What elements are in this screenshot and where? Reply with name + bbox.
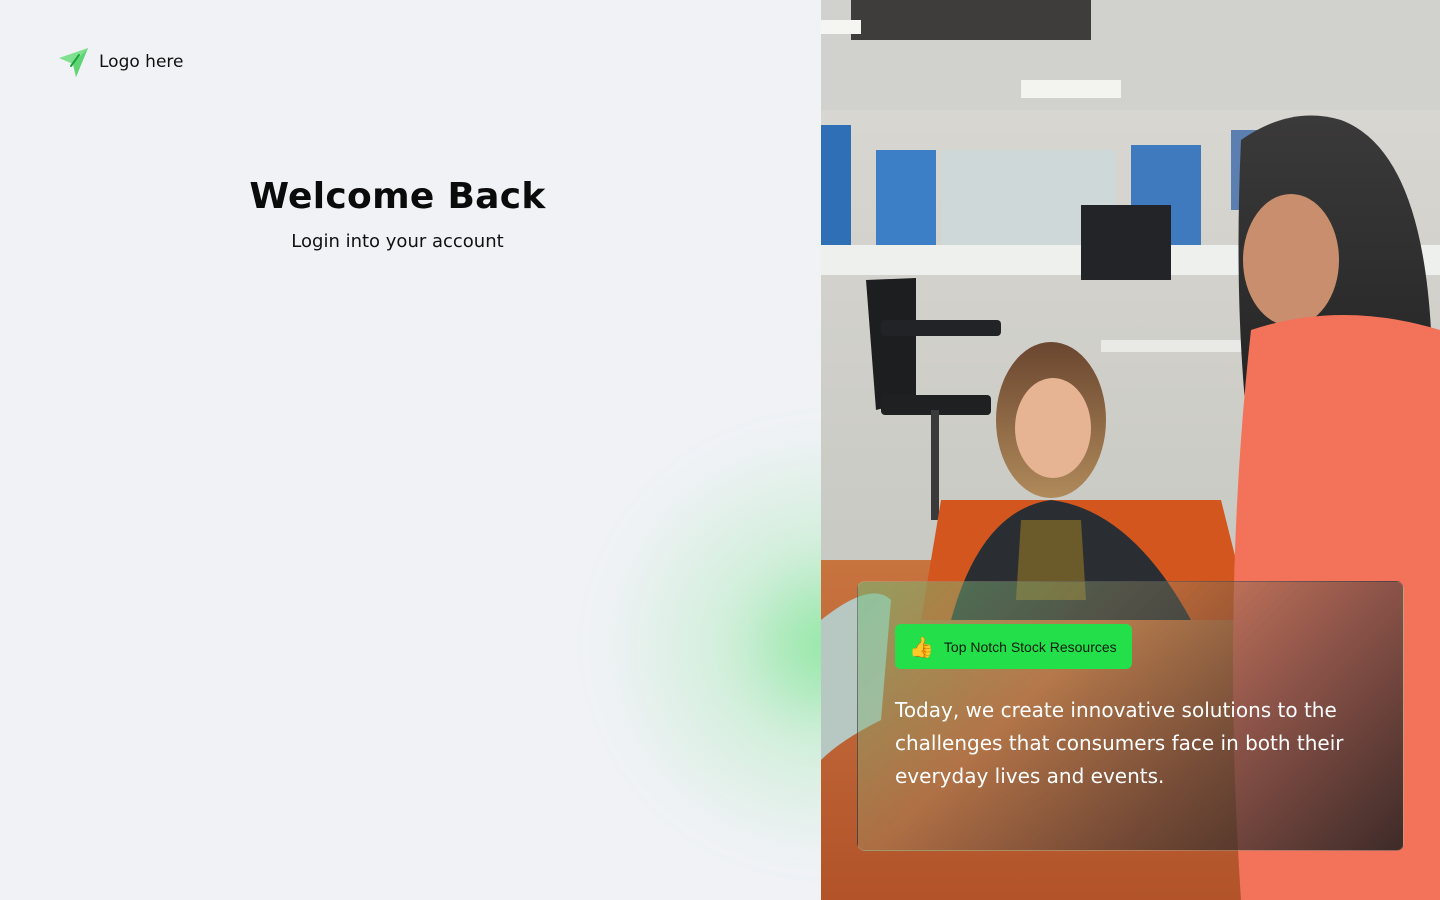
logo-text: Logo here (99, 52, 184, 72)
logo[interactable]: Logo here (57, 46, 183, 78)
badge-label: Top Notch Stock Resources (943, 638, 1117, 655)
page-subtitle: Login into your account (291, 231, 504, 252)
testimonial-text: Today, we create innovative solutions to… (895, 698, 1344, 788)
testimonial-card: 👍 Top Notch Stock Resources Today, we cr… (857, 581, 1404, 851)
login-panel: Logo here Welcome Back Login into your a… (0, 0, 821, 900)
thumbs-up-icon: 👍 (909, 634, 934, 659)
hero-panel: 👍 Top Notch Stock Resources Today, we cr… (821, 0, 1440, 900)
page-title: Welcome Back (249, 176, 546, 217)
decorative-glow (600, 430, 821, 860)
welcome-heading: Welcome Back Login into your account (0, 176, 795, 252)
paper-plane-icon (59, 48, 88, 77)
resources-badge: 👍 Top Notch Stock Resources (895, 624, 1132, 669)
